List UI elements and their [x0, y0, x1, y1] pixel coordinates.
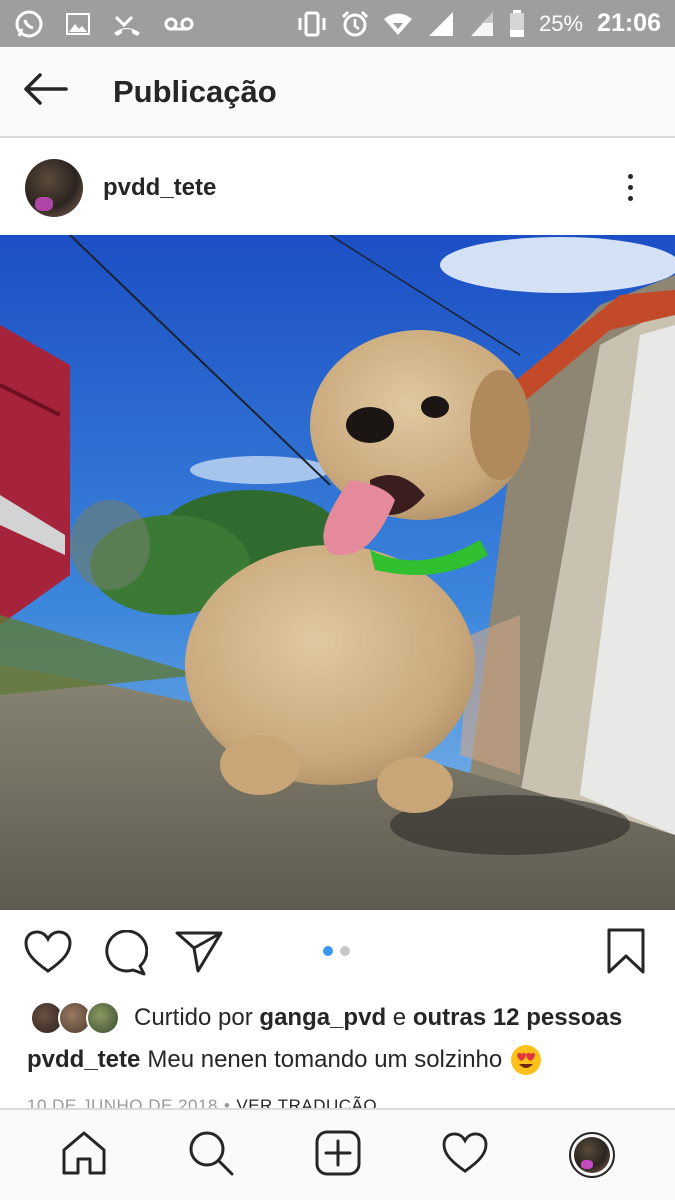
heart-icon	[24, 930, 72, 979]
bookmark-icon	[607, 928, 645, 979]
battery-icon	[509, 9, 525, 38]
nav-add-post[interactable]	[315, 1130, 361, 1181]
author-avatar[interactable]	[25, 158, 83, 217]
post-caption: pvdd_tete Meu nenen tomando um solzinho	[27, 1044, 542, 1076]
comment-icon	[100, 929, 149, 981]
carousel-dot	[340, 946, 350, 956]
likes-row[interactable]: Curtido por ganga_pvd e outras 12 pessoa…	[30, 998, 622, 1038]
home-icon	[61, 1130, 107, 1181]
status-bar: 25% 21:06	[0, 0, 675, 47]
post-action-bar	[0, 910, 675, 995]
carousel-indicator	[323, 946, 350, 956]
nav-home[interactable]	[61, 1130, 107, 1181]
clock: 21:06	[597, 9, 661, 37]
add-post-icon	[315, 1130, 361, 1181]
back-button[interactable]	[0, 46, 90, 137]
whatsapp-icon	[14, 9, 44, 39]
author-username[interactable]: pvdd_tete	[103, 174, 216, 202]
likes-others-link[interactable]: outras 12 pessoas	[413, 1004, 622, 1031]
missed-call-icon	[112, 11, 142, 37]
save-button[interactable]	[607, 928, 645, 979]
more-vertical-icon-dot	[627, 196, 633, 201]
nav-profile-avatar[interactable]	[568, 1132, 615, 1178]
post-header: pvdd_tete	[0, 140, 675, 235]
likes-text: Curtido por ganga_pvd e outras 12 pessoa…	[134, 1004, 622, 1032]
arrow-left-icon	[22, 72, 68, 111]
search-icon	[188, 1130, 234, 1181]
signal-icon	[427, 11, 455, 37]
share-button[interactable]	[175, 930, 223, 979]
voicemail-icon	[164, 16, 194, 32]
more-options-button[interactable]	[615, 168, 645, 208]
liker-avatar	[86, 1001, 120, 1035]
like-button[interactable]	[24, 930, 72, 979]
comment-button[interactable]	[100, 929, 149, 981]
likes-prefix: Curtido por	[134, 1004, 253, 1031]
app-header: Publicação	[0, 47, 675, 138]
wifi-icon	[383, 12, 413, 36]
page-title: Publicação	[113, 73, 277, 109]
liker-avatars	[30, 1000, 120, 1036]
heart-eyes-emoji-icon	[510, 1044, 542, 1076]
nav-search[interactable]	[188, 1130, 234, 1181]
carousel-dot-active	[323, 946, 333, 956]
battery-percent: 25%	[539, 10, 584, 36]
liker-username[interactable]: ganga_pvd	[259, 1004, 386, 1031]
share-icon	[175, 930, 223, 979]
signal-icon-2	[469, 11, 495, 37]
caption-text: Meu nenen tomando um solzinho	[147, 1046, 503, 1073]
bottom-nav	[0, 1108, 675, 1200]
caption-username[interactable]: pvdd_tete	[27, 1046, 140, 1074]
more-vertical-icon-dot	[627, 174, 633, 179]
activity-heart-icon	[442, 1131, 488, 1179]
nav-activity[interactable]	[442, 1131, 488, 1179]
image-icon	[66, 12, 90, 35]
profile-avatar-image	[573, 1137, 610, 1173]
likes-connector: e	[392, 1004, 407, 1031]
post-photo[interactable]	[0, 235, 675, 910]
alarm-icon	[341, 10, 369, 38]
more-vertical-icon-dot	[627, 185, 633, 190]
vibrate-icon	[297, 11, 327, 37]
